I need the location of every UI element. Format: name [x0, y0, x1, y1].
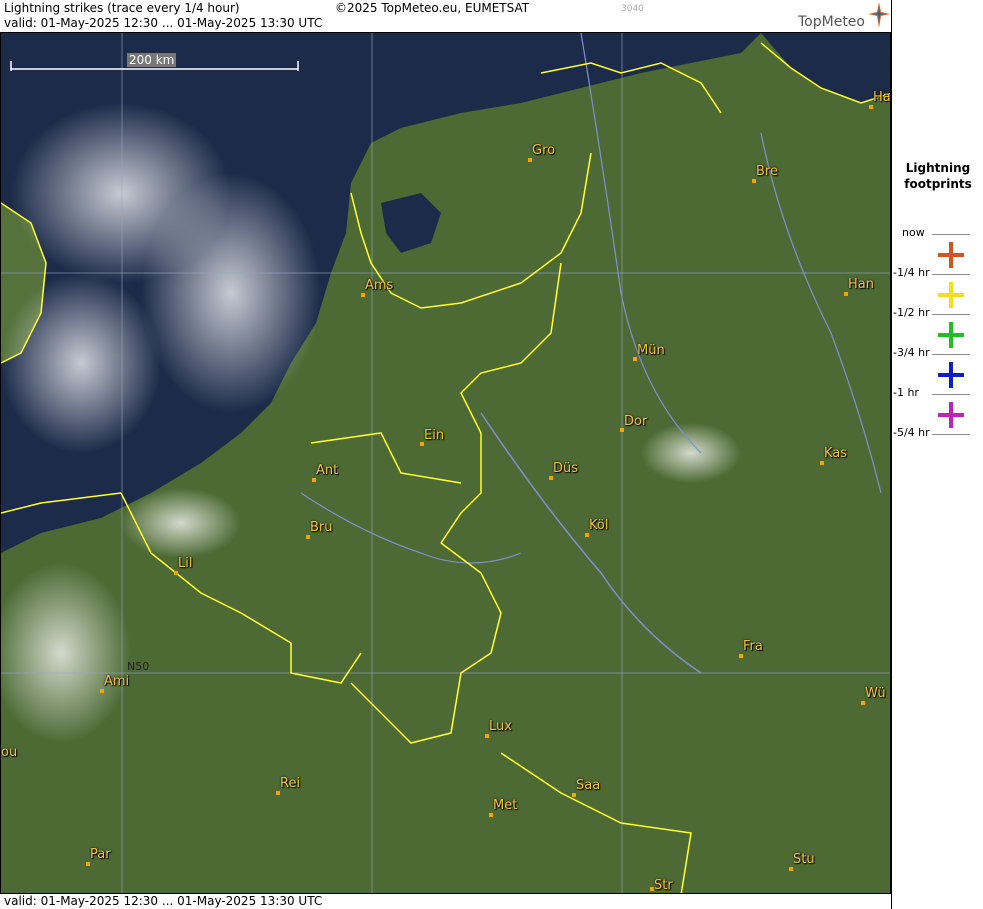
copyright: ©2025 TopMeteo.eu, EUMETSAT — [335, 1, 530, 15]
legend-divider — [932, 434, 970, 435]
legend-label-five-quarter: -5/4 hr — [893, 426, 930, 439]
city-label: Ha — [873, 90, 891, 105]
legend-divider — [932, 234, 970, 235]
city-dot — [100, 689, 104, 693]
satellite-map[interactable]: 200 km N50 Gro Bre Ha Ams Han Mün Dor Ei… — [0, 32, 891, 894]
city-dot — [312, 478, 316, 482]
lightning-cross-icon — [938, 362, 964, 388]
city-dot — [844, 292, 848, 296]
city-dot — [739, 654, 743, 658]
lightning-cross-icon — [938, 282, 964, 308]
city-label: Ams — [365, 278, 394, 293]
city-dot — [572, 793, 576, 797]
city-label: Saa — [576, 778, 601, 793]
lightning-cross-icon — [938, 242, 964, 268]
city-dot — [528, 158, 532, 162]
lightning-cross-icon — [938, 402, 964, 428]
legend-title-line1: Lightning — [905, 161, 971, 175]
city-dot — [820, 461, 824, 465]
city-label: Köl — [589, 518, 609, 533]
city-label: Dor — [624, 414, 648, 429]
legend-title-line2: footprints — [904, 177, 972, 191]
city-label: Ein — [424, 428, 445, 443]
city-label: Stu — [793, 852, 815, 867]
legend-title: Lightning footprints — [892, 160, 983, 192]
city-label: Par — [90, 847, 111, 862]
city-label: Lil — [178, 556, 193, 571]
city-label: Str — [654, 878, 673, 893]
city-dot — [585, 533, 589, 537]
legend-divider — [932, 314, 970, 315]
legend-label-half: -1/2 hr — [893, 306, 930, 319]
city-label: Bru — [310, 520, 333, 535]
city-label: Lux — [489, 719, 512, 734]
city-label: Düs — [553, 461, 579, 476]
legend-divider — [932, 274, 970, 275]
legend-panel: Lightning footprints now -1/4 hr -1/2 hr… — [891, 0, 983, 909]
city-dot — [869, 105, 873, 109]
city-dot — [789, 867, 793, 871]
city-label: Ami — [104, 674, 130, 689]
city-dot — [361, 293, 365, 297]
city-dot — [549, 476, 553, 480]
scale-bar-label: 200 km — [127, 53, 177, 67]
legend-label-now: now — [902, 226, 925, 239]
city-dot — [86, 862, 90, 866]
map-footer: valid: 01-May-2025 12:30 ... 01-May-2025… — [0, 894, 891, 909]
valid-range-bottom: valid: 01-May-2025 12:30 ... 01-May-2025… — [4, 894, 323, 908]
city-dot — [752, 179, 756, 183]
map-title: Lightning strikes (trace every 1/4 hour) — [4, 1, 240, 15]
city-label: Ant — [316, 463, 339, 478]
image-id: 3040 — [621, 4, 644, 14]
city-dot — [276, 791, 280, 795]
city-dot — [489, 813, 493, 817]
city-dot — [174, 571, 178, 575]
legend-label-quarter: -1/4 hr — [893, 266, 930, 279]
valid-range-top: valid: 01-May-2025 12:30 ... 01-May-2025… — [4, 16, 323, 30]
city-dot — [306, 535, 310, 539]
city-label: Met — [493, 798, 518, 813]
legend-label-three-quarter: -3/4 hr — [893, 346, 930, 359]
compass-star-icon — [868, 2, 890, 28]
lightning-cross-icon — [938, 322, 964, 348]
latitude-label: N50 — [127, 660, 150, 673]
city-label: Gro — [532, 143, 556, 158]
city-dot — [485, 734, 489, 738]
map-header: Lightning strikes (trace every 1/4 hour)… — [0, 0, 891, 32]
city-label: Bre — [756, 164, 778, 179]
city-label: Fra — [743, 639, 763, 654]
legend-divider — [932, 354, 970, 355]
map-canvas — [1, 33, 890, 893]
city-label: ou — [1, 745, 18, 760]
city-label: Han — [848, 277, 874, 292]
city-label: Kas — [824, 446, 848, 461]
city-dot — [861, 701, 865, 705]
legend-label-one-hour: -1 hr — [893, 386, 919, 399]
city-label: Mün — [637, 343, 665, 358]
topmeteo-logo: TopMeteo — [798, 14, 865, 30]
city-label: Rei — [280, 776, 301, 791]
legend-divider — [932, 394, 970, 395]
city-label: Wü — [865, 686, 886, 701]
